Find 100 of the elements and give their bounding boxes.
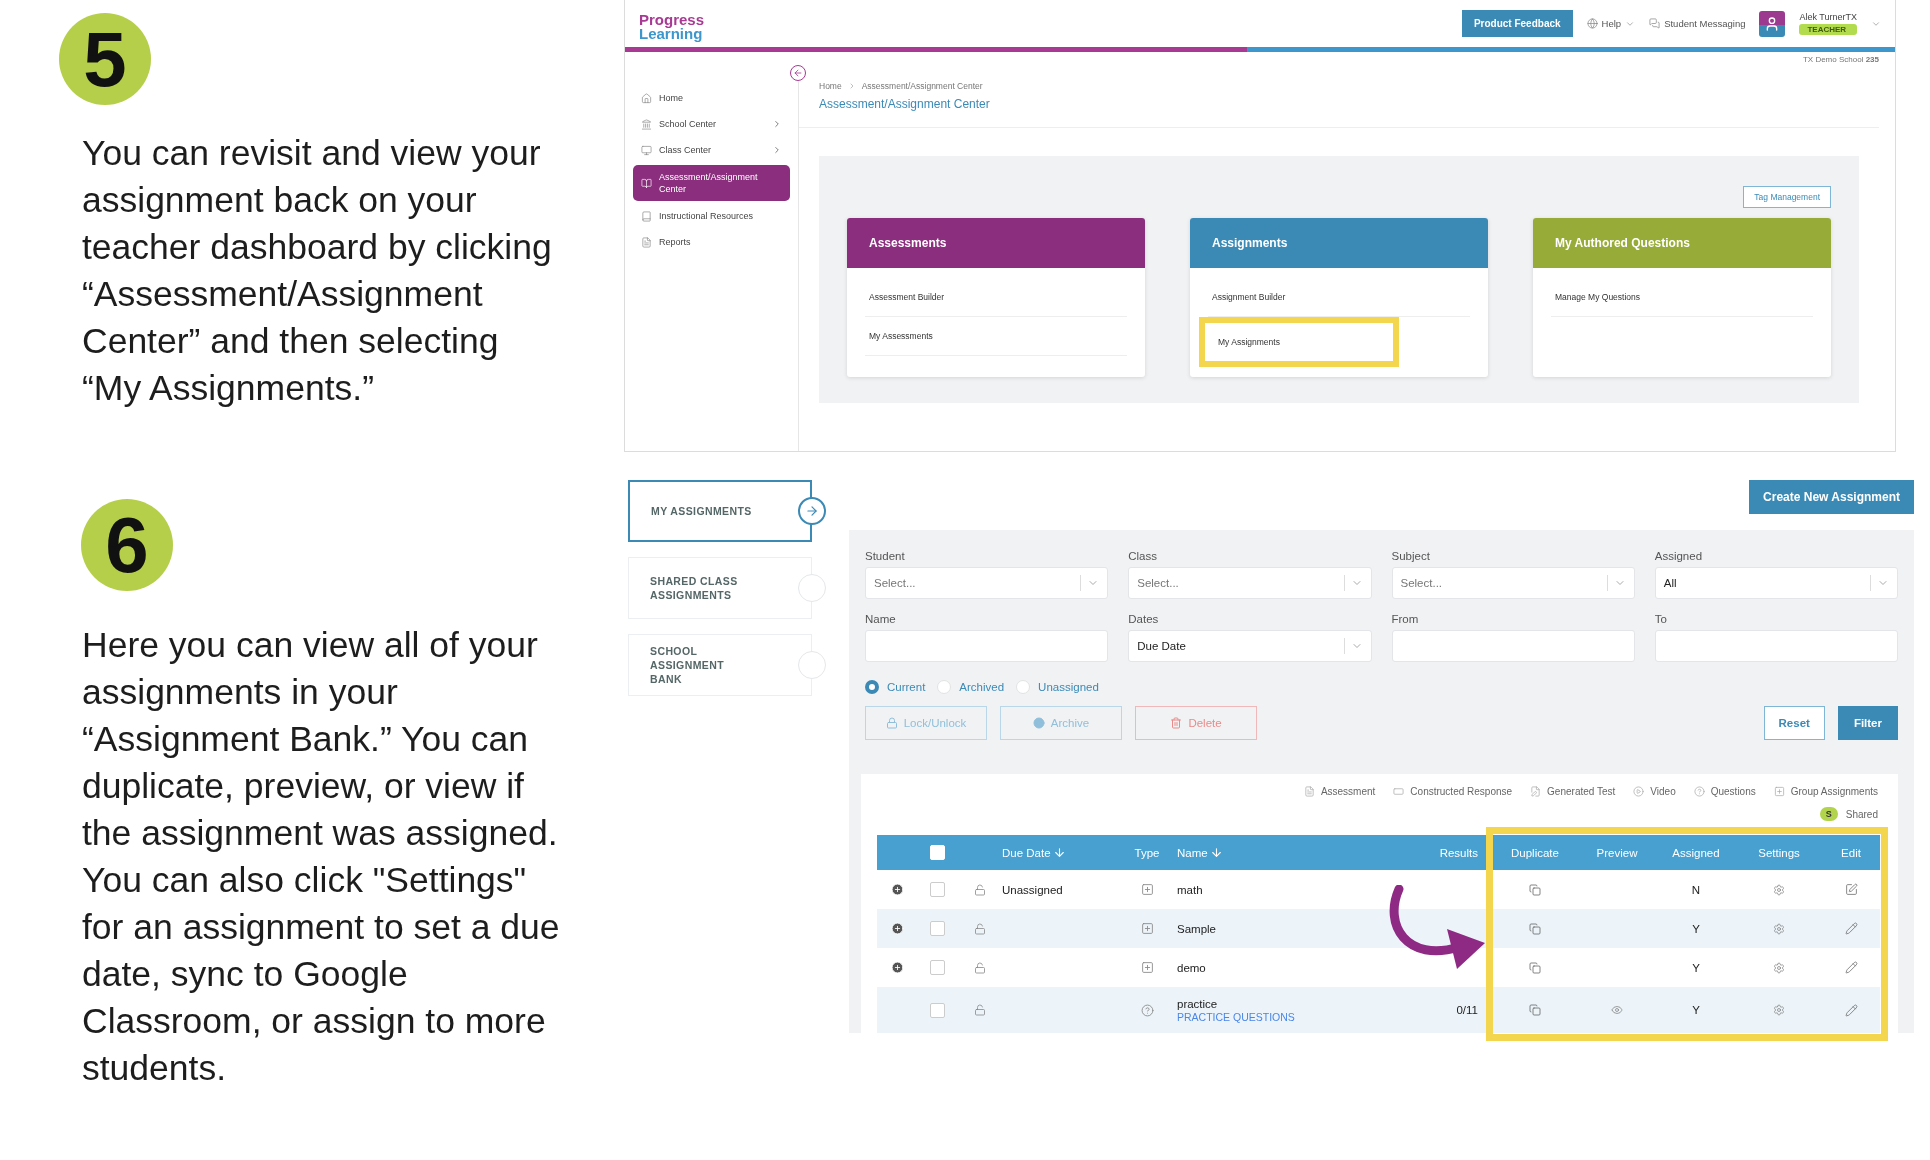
table-cell-text: practice bbox=[1177, 997, 1219, 1010]
select-field[interactable]: Select... bbox=[1391, 567, 1635, 599]
legend-label: Constructed Response bbox=[1410, 786, 1513, 797]
card-link[interactable]: My Assessments bbox=[865, 317, 1127, 356]
avatar[interactable] bbox=[1759, 10, 1786, 37]
role-badge: TEACHER bbox=[1799, 24, 1857, 35]
sidebar-item[interactable]: School Center bbox=[633, 113, 790, 135]
input-field[interactable] bbox=[865, 630, 1109, 662]
chevron-right-icon bbox=[772, 145, 782, 155]
filter-button[interactable]: Filter bbox=[1837, 706, 1898, 740]
sidebar-icon bbox=[641, 118, 652, 130]
messaging-link[interactable]: Student Messaging bbox=[1664, 18, 1746, 29]
column-header: Duplicate bbox=[1510, 846, 1560, 859]
legend-label: Assessment bbox=[1320, 786, 1376, 797]
side-tab[interactable]: MY ASSIGNMENTS bbox=[628, 480, 812, 542]
breadcrumb-link[interactable]: Assessment/Assignment Center bbox=[861, 81, 983, 91]
card-link[interactable]: Manage My Questions bbox=[1551, 278, 1813, 317]
checkbox[interactable] bbox=[929, 882, 945, 897]
lock-icon bbox=[973, 1004, 986, 1016]
sidebar-item[interactable]: Instructional Resources bbox=[633, 205, 790, 227]
help-menu[interactable]: Help bbox=[1601, 18, 1622, 29]
radio-option[interactable]: Unassigned bbox=[1016, 680, 1099, 694]
table-cell-text: Unassigned bbox=[1002, 883, 1064, 896]
column-header: Assigned bbox=[1671, 846, 1721, 859]
field-label: Class bbox=[1128, 550, 1158, 562]
sidebar-item[interactable]: Assessment/Assignment Center bbox=[633, 165, 790, 201]
side-tab[interactable]: SCHOOL ASSIGNMENT BANK bbox=[628, 634, 812, 696]
settings-icon[interactable] bbox=[1773, 961, 1785, 974]
table-cell: 0/11 bbox=[1456, 1004, 1478, 1016]
input-field[interactable] bbox=[1654, 630, 1898, 662]
table-cell-text: Y bbox=[1691, 1004, 1701, 1016]
settings-icon[interactable] bbox=[1773, 922, 1785, 935]
collapse-button[interactable] bbox=[790, 65, 806, 81]
tag-management-button[interactable]: Tag Management bbox=[1743, 186, 1831, 208]
question-circle-icon bbox=[1140, 1003, 1154, 1017]
expand-icon[interactable] bbox=[890, 961, 904, 974]
sidebar-item[interactable]: Home bbox=[633, 87, 790, 109]
sidebar-icon bbox=[641, 177, 652, 189]
school-name: TX Demo School 235 bbox=[1801, 54, 1880, 66]
card-title: Assessments bbox=[847, 218, 1145, 268]
field-label: Subject bbox=[1391, 550, 1431, 562]
expand-icon[interactable] bbox=[890, 883, 904, 896]
expand-icon[interactable] bbox=[890, 922, 904, 935]
checkbox[interactable] bbox=[929, 921, 945, 936]
edit-square-icon[interactable] bbox=[1844, 883, 1858, 896]
field-label: Assigned bbox=[1654, 550, 1704, 562]
step-number: 5 bbox=[59, 13, 151, 105]
legend-icon bbox=[1773, 786, 1785, 797]
select-field[interactable]: All bbox=[1654, 567, 1898, 599]
checkbox[interactable] bbox=[929, 960, 945, 975]
select-field[interactable]: Due Date bbox=[1128, 630, 1372, 662]
card-link[interactable]: My Assignments bbox=[1199, 317, 1399, 367]
legend-label: Questions bbox=[1710, 786, 1756, 797]
legend-label: Video bbox=[1650, 786, 1676, 797]
column-header: Edit bbox=[1840, 846, 1862, 859]
feedback-button[interactable]: Product Feedback bbox=[1461, 10, 1573, 37]
lock-icon bbox=[973, 883, 986, 896]
preview-icon[interactable] bbox=[1611, 1004, 1623, 1016]
settings-icon[interactable] bbox=[1773, 1004, 1785, 1016]
sidebar-item[interactable]: Class Center bbox=[633, 139, 790, 161]
sidebar-icon bbox=[641, 144, 652, 156]
sidebar-icon bbox=[641, 236, 652, 248]
duplicate-icon[interactable] bbox=[1529, 883, 1541, 896]
column-header[interactable]: Name bbox=[1177, 846, 1402, 859]
card-title: Assignments bbox=[1190, 218, 1488, 268]
column-header[interactable]: Due Date bbox=[1002, 846, 1117, 859]
arrow-left-icon bbox=[793, 68, 803, 78]
shared-badge: S bbox=[1819, 807, 1838, 821]
checkbox[interactable] bbox=[929, 1002, 945, 1018]
pencil-icon[interactable] bbox=[1844, 922, 1858, 935]
select-field[interactable]: Select... bbox=[1128, 567, 1372, 599]
input-field[interactable] bbox=[1391, 630, 1635, 662]
card-title: My Authored Questions bbox=[1533, 218, 1831, 268]
pencil-icon[interactable] bbox=[1844, 961, 1858, 974]
select-field[interactable]: Select... bbox=[865, 567, 1109, 599]
breadcrumb-link[interactable]: Home bbox=[819, 81, 842, 91]
table-cell-text: Sample bbox=[1177, 922, 1217, 935]
table-cell-text: N bbox=[1690, 883, 1702, 896]
duplicate-icon[interactable] bbox=[1529, 961, 1541, 974]
pencil-icon[interactable] bbox=[1844, 1003, 1858, 1017]
field-label: Student bbox=[865, 550, 906, 562]
plus-square-icon bbox=[1140, 883, 1154, 896]
create-assignment-button[interactable]: Create New Assignment bbox=[1749, 480, 1914, 514]
type-link[interactable]: PRACTICE QUESTIONS bbox=[1177, 1010, 1402, 1023]
legend-label: Group Assignments bbox=[1790, 786, 1878, 797]
card-link[interactable]: Assessment Builder bbox=[865, 278, 1127, 317]
plus-square-icon bbox=[1140, 922, 1154, 935]
radio-option[interactable]: Archived bbox=[937, 680, 1005, 694]
duplicate-icon[interactable] bbox=[1529, 1004, 1541, 1016]
user-name: Alek TurnerTX bbox=[1799, 12, 1857, 22]
radio-option[interactable]: Current bbox=[865, 680, 926, 694]
card-link[interactable]: Assignment Builder bbox=[1208, 278, 1470, 317]
duplicate-icon[interactable] bbox=[1529, 922, 1541, 935]
reset-button[interactable]: Reset bbox=[1763, 706, 1825, 740]
settings-icon[interactable] bbox=[1773, 883, 1785, 896]
table-cell-text: math bbox=[1177, 883, 1204, 896]
side-tab[interactable]: SHARED CLASS ASSIGNMENTS bbox=[628, 557, 812, 619]
lock-icon bbox=[973, 922, 986, 935]
lock-icon bbox=[885, 717, 898, 729]
sidebar-item[interactable]: Reports bbox=[633, 231, 790, 253]
